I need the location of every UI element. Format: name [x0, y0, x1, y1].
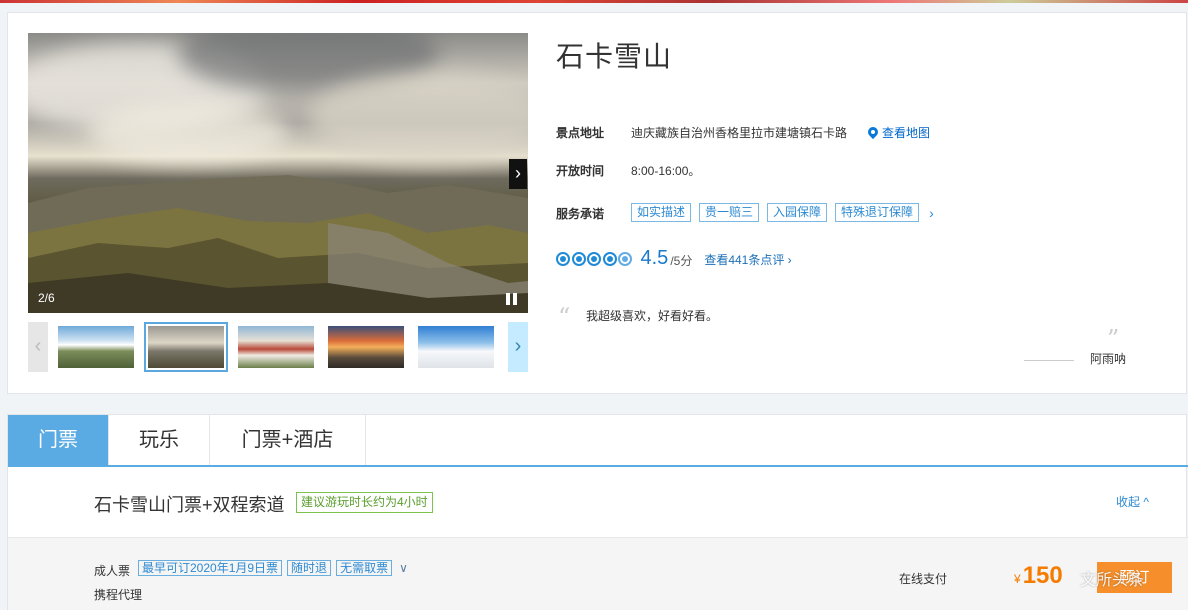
address-label: 景点地址	[556, 126, 605, 140]
address-value: 迪庆藏族自治州香格里拉市建塘镇石卡路	[631, 126, 848, 140]
attraction-title: 石卡雪山	[556, 41, 673, 72]
thumbnail-image	[328, 326, 404, 368]
chevron-right-icon: ›	[514, 335, 522, 357]
hours-value: 8:00-16:00。	[631, 164, 701, 178]
collapse-link[interactable]: 收起 ^	[1116, 493, 1149, 510]
rating-dot-icon	[587, 251, 601, 266]
thumbnail-strip: ‹ ›	[28, 322, 528, 372]
service-tag[interactable]: 贵一赔三	[699, 203, 760, 222]
service-tag[interactable]: 特殊退订保障	[835, 203, 920, 222]
thumb-next-button[interactable]: ›	[508, 322, 528, 372]
currency-symbol: ¥	[1014, 572, 1021, 586]
service-tag[interactable]: 入园保障	[767, 203, 828, 222]
service-tags: 如实描述 贵一赔三 入园保障 特殊退订保障 ›	[631, 203, 934, 222]
agent-label: 携程代理	[94, 588, 143, 602]
quote-close-icon: ”	[1107, 325, 1120, 353]
product-title: 石卡雪山门票+双程索道	[94, 495, 285, 515]
thumbnail-4[interactable]	[324, 322, 408, 372]
rating-dot-icon	[571, 251, 586, 266]
thumbnail-image	[418, 326, 494, 368]
review-author: 阿雨呐	[1090, 352, 1127, 366]
hours-label: 开放时间	[556, 164, 605, 178]
attraction-card: 2/6 › ‹ › 石卡雪山 景点地址 迪庆藏族自治州香格里拉市建塘镇石卡路 查…	[7, 12, 1187, 394]
cloud-shape	[88, 103, 288, 163]
service-tag[interactable]: 如实描述	[631, 203, 692, 222]
ticket-tag: 无需取票	[336, 560, 393, 576]
review-text: 我超级喜欢，好看好看。	[586, 309, 719, 323]
pause-icon	[513, 293, 517, 305]
rating-unit: /5分	[670, 254, 693, 268]
payment-method: 在线支付	[899, 572, 948, 586]
thumbnail-image	[238, 326, 314, 368]
cloud-shape	[308, 73, 528, 163]
rating-half-dot-icon	[618, 251, 632, 266]
view-map-link[interactable]: 查看地图	[868, 124, 930, 141]
ticket-tag: 最早可订2020年1月9日票	[138, 560, 283, 576]
service-more-chevron-icon[interactable]: ›	[929, 205, 934, 221]
price-value: 150	[1022, 562, 1063, 589]
photo-counter: 2/6	[38, 291, 55, 305]
ticket-type: 成人票	[94, 564, 131, 578]
products-section: 门票 玩乐 门票+酒店 石卡雪山门票+双程索道 建议游玩时长约为4小时 收起 ^…	[7, 414, 1188, 610]
thumbnail-1[interactable]	[54, 322, 138, 372]
watermark: 文所头条	[1080, 572, 1145, 589]
thumbnail-image	[58, 326, 134, 368]
tab-tickets[interactable]: 门票	[8, 415, 109, 465]
price: ¥ 150	[1014, 562, 1063, 590]
thumbnail-5[interactable]	[414, 322, 498, 372]
ticket-tags: 最早可订2020年1月9日票 随时退 无需取票 ∨	[138, 560, 408, 576]
reviews-link[interactable]: 查看441条点评 ›	[704, 251, 791, 268]
tab-ticket-hotel[interactable]: 门票+酒店	[210, 415, 366, 465]
top-banner-strip	[0, 0, 1188, 3]
thumb-prev-button[interactable]: ‹	[28, 322, 48, 372]
rating-dot-icon	[602, 251, 617, 266]
divider	[1024, 360, 1074, 361]
main-photo[interactable]: 2/6	[28, 33, 528, 313]
view-map-label: 查看地图	[882, 126, 931, 140]
mountain-ridge	[28, 175, 528, 313]
rating-row: 4.5 /5分 查看441条点评 ›	[556, 247, 792, 270]
chevron-left-icon: ‹	[34, 335, 42, 357]
chevron-down-icon[interactable]: ∨	[399, 561, 408, 575]
map-pin-icon	[868, 127, 878, 139]
service-label: 服务承诺	[556, 207, 605, 221]
thumbnail-2[interactable]	[144, 322, 228, 372]
next-photo-button[interactable]: ›	[509, 159, 527, 189]
pause-icon	[506, 293, 510, 305]
product-tabs: 门票 玩乐 门票+酒店	[8, 415, 1188, 467]
thumbnail-image	[148, 326, 224, 368]
ticket-tag: 随时退	[287, 560, 332, 576]
rating-score: 4.5	[640, 247, 669, 269]
chevron-right-icon: ›	[515, 163, 521, 183]
pause-button[interactable]	[506, 293, 520, 305]
rating-dot-icon	[556, 251, 570, 266]
ticket-row: 成人票 最早可订2020年1月9日票 随时退 无需取票 ∨ 携程代理 在线支付 …	[8, 537, 1188, 610]
duration-badge: 建议游玩时长约为4小时	[296, 492, 433, 513]
quote-open-icon: “	[558, 303, 571, 331]
thumbnail-3[interactable]	[234, 322, 318, 372]
tab-activities[interactable]: 玩乐	[109, 415, 210, 465]
